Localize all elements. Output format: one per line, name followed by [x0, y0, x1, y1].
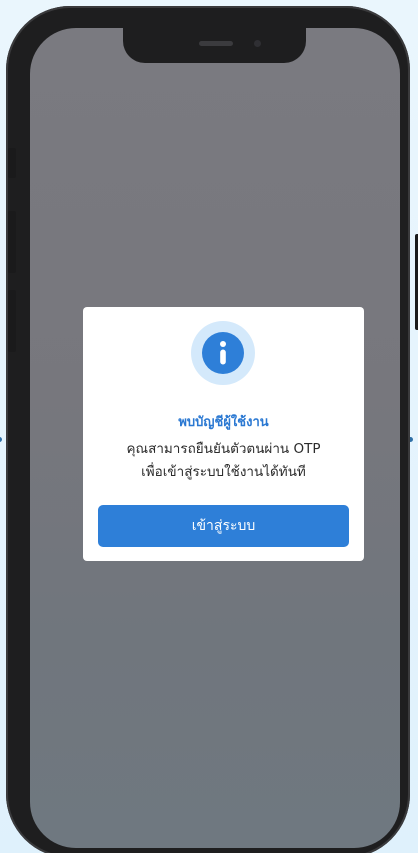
dialog-title: พบบัญชีผู้ใช้งาน: [178, 415, 269, 430]
volume-up-button: [8, 211, 16, 273]
phone-notch: [123, 28, 306, 63]
phone-device: พบบัญชีผู้ใช้งาน คุณสามารถยืนยันตัวตนผ่า…: [6, 6, 418, 853]
login-button[interactable]: เข้าสู่ระบบ: [98, 505, 349, 547]
account-found-dialog: พบบัญชีผู้ใช้งาน คุณสามารถยืนยันตัวตนผ่า…: [83, 307, 364, 561]
dialog-message-line-1: คุณสามารถยืนยันตัวตนผ่าน OTP: [126, 441, 321, 457]
volume-down-button: [8, 290, 16, 352]
info-icon: [191, 321, 255, 385]
page-background: พบบัญชีผู้ใช้งาน คุณสามารถยืนยันตัวตนผ่า…: [0, 0, 418, 853]
speaker-grille: [199, 41, 233, 46]
info-glyph-icon: [220, 341, 226, 365]
dialog-message-line-2: เพื่อเข้าสู่ระบบใช้งานได้ทันที: [141, 464, 306, 480]
dialog-message: คุณสามารถยืนยันตัวตนผ่าน OTP เพื่อเข้าสู…: [83, 438, 364, 484]
phone-screen-overlay: พบบัญชีผู้ใช้งาน คุณสามารถยืนยันตัวตนผ่า…: [30, 28, 400, 848]
front-camera: [254, 40, 261, 47]
mute-switch: [8, 148, 16, 178]
